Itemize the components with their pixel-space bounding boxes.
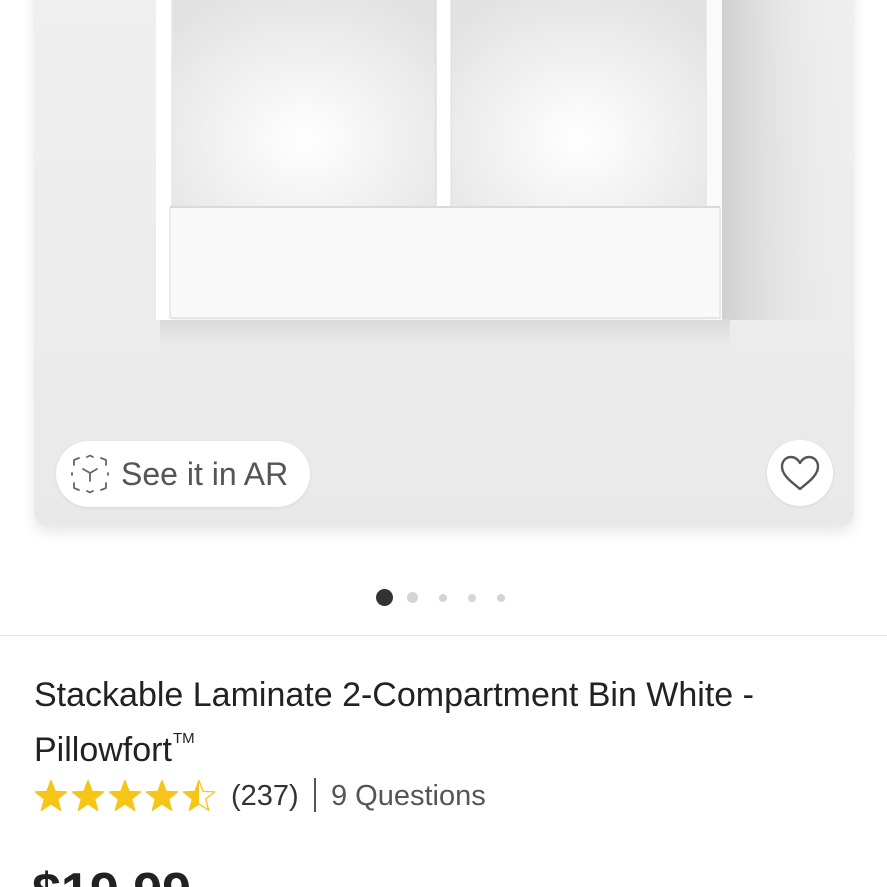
product-title: Stackable Laminate 2-Compartment Bin Whi… bbox=[34, 674, 864, 772]
star-full-icon bbox=[34, 779, 68, 811]
ar-cube-icon bbox=[71, 454, 109, 494]
star-full-icon bbox=[108, 779, 142, 811]
image-carousel-indicator bbox=[375, 588, 515, 608]
star-full-icon bbox=[71, 779, 105, 811]
rating-row: (237) 9 Questions bbox=[34, 776, 734, 816]
see-in-ar-button[interactable]: See it in AR bbox=[56, 441, 310, 507]
star-rating[interactable] bbox=[34, 778, 219, 814]
review-count-link[interactable]: (237) bbox=[231, 779, 299, 813]
carousel-dot[interactable] bbox=[407, 592, 418, 603]
section-divider bbox=[0, 635, 887, 636]
questions-link[interactable]: 9 Questions bbox=[331, 779, 486, 813]
star-half-icon bbox=[182, 779, 216, 811]
heart-outline-icon bbox=[780, 455, 820, 491]
product-page: See it in AR Stackable Laminate 2-Compar… bbox=[0, 0, 887, 887]
star-full-icon bbox=[145, 779, 179, 811]
carousel-dot[interactable] bbox=[468, 594, 476, 602]
see-in-ar-label: See it in AR bbox=[121, 456, 289, 492]
product-price: $19.99 bbox=[32, 864, 191, 887]
carousel-dot-active[interactable] bbox=[376, 589, 393, 606]
carousel-dot[interactable] bbox=[439, 594, 447, 602]
carousel-dot[interactable] bbox=[497, 594, 505, 602]
trademark-symbol: TM bbox=[172, 730, 195, 747]
product-image-gallery[interactable]: See it in AR bbox=[34, 0, 854, 526]
favorite-button[interactable] bbox=[767, 440, 833, 506]
rating-separator bbox=[314, 778, 316, 812]
product-title-text: Stackable Laminate 2-Compartment Bin Whi… bbox=[34, 676, 754, 769]
